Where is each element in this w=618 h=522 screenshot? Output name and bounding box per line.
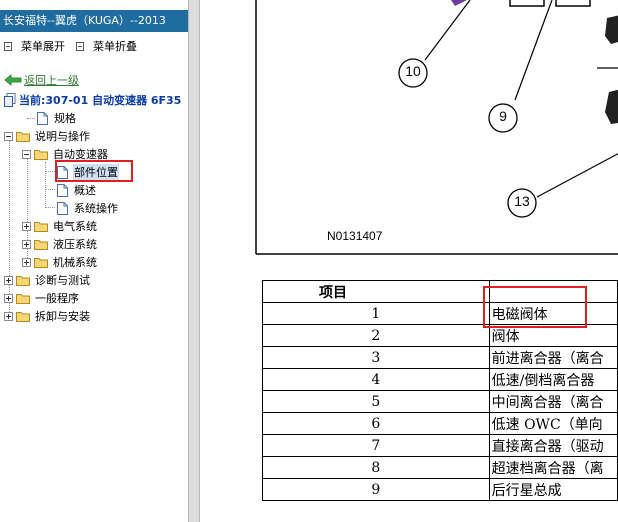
tree-item-diagnosis[interactable]: 诊断与测试: [4, 272, 91, 288]
highlight-box: [55, 160, 133, 182]
menu-expand-button[interactable]: 菜单展开: [4, 38, 65, 54]
back-arrow-icon: [4, 74, 22, 86]
nav-title-bar: 长安福特--翼虎（KUGA）--2013: [0, 10, 188, 32]
expand-toggle-icon[interactable]: [4, 293, 13, 303]
current-location: 当前:307-01 自动变速器 6F35: [4, 92, 181, 108]
tree-item-removal-installation[interactable]: 拆卸与安装: [4, 308, 91, 324]
table-row: 5 中间离合器（离合: [262, 390, 618, 413]
table-row: 9 后行星总成: [262, 478, 618, 501]
tree-connector: [45, 171, 55, 172]
row-number: 3: [262, 346, 490, 369]
tree-item-general-procedures[interactable]: 一般程序: [4, 290, 80, 306]
menu-collapse-button[interactable]: 菜单折叠: [76, 38, 137, 54]
header-item: 项目: [262, 280, 490, 303]
exploded-view-figure: [255, 0, 618, 255]
tree-item-label: 概述: [74, 184, 96, 197]
tree-connector: [27, 118, 35, 119]
folder-icon: [34, 239, 48, 250]
folder-open-icon: [16, 131, 30, 142]
row-description: 后行星总成: [488, 478, 618, 501]
table-row: 4 低速/倒档离合器: [262, 368, 618, 391]
table-row: 8 超速档离合器（离: [262, 456, 618, 479]
folder-icon: [16, 311, 30, 322]
tree-item-electrical[interactable]: 电气系统: [22, 218, 98, 234]
collapse-toggle-icon[interactable]: [4, 131, 13, 141]
menu-expand-label: 菜单展开: [21, 40, 65, 53]
row-number: 6: [262, 412, 490, 435]
tree-item-label: 液压系统: [53, 238, 97, 251]
row-number: 1: [262, 302, 490, 325]
tree-item-description[interactable]: 说明与操作: [4, 128, 91, 144]
document-icon: [57, 183, 68, 197]
folder-icon: [16, 275, 30, 286]
table-row: 6 低速 OWC（单向: [262, 412, 618, 435]
back-link[interactable]: 返回上一级: [4, 72, 79, 88]
table-row: 7 直接离合器（驱动: [262, 434, 618, 457]
row-number: 5: [262, 390, 490, 413]
expand-toggle-icon[interactable]: [22, 221, 31, 231]
row-number: 2: [262, 324, 490, 347]
document-icon: [57, 201, 68, 215]
expand-toggle-icon[interactable]: [22, 257, 31, 267]
row-description: 中间离合器（离合: [488, 390, 618, 413]
navigation-pane: 长安福特--翼虎（KUGA）--2013 菜单展开 菜单折叠 返回上一级 当前:…: [0, 0, 188, 522]
tree-item-label: 系统操作: [74, 202, 118, 215]
row-number: 7: [262, 434, 490, 457]
current-location-label: 当前:307-01 自动变速器 6F35: [19, 94, 182, 107]
tree-item-label: 拆卸与安装: [35, 310, 90, 323]
expand-toggle-icon[interactable]: [4, 275, 13, 285]
row-description: 前进离合器（离合: [488, 346, 618, 369]
folder-icon: [34, 221, 48, 232]
row-description: 直接离合器（驱动: [488, 434, 618, 457]
folder-icon: [16, 293, 30, 304]
tree-item-hydraulic[interactable]: 液压系统: [22, 236, 98, 252]
row-number: 4: [262, 368, 490, 391]
tree-connector: [45, 207, 55, 208]
callout-9: 9: [499, 108, 507, 124]
menu-expand-icon: [4, 41, 12, 51]
collapse-toggle-icon[interactable]: [22, 149, 31, 159]
tree-item-label: 规格: [54, 112, 76, 125]
tree-item-label: 诊断与测试: [35, 274, 90, 287]
tree-item-label: 一般程序: [35, 292, 79, 305]
figure-code: N0131407: [327, 229, 383, 243]
tree-item-mechanical[interactable]: 机械系统: [22, 254, 98, 270]
tree-connector: [45, 162, 46, 208]
row-description: 低速 OWC（单向: [488, 412, 618, 435]
tree-connector: [45, 189, 55, 190]
row-description: 低速/倒档离合器: [488, 368, 618, 391]
expand-toggle-icon[interactable]: [22, 239, 31, 249]
tree-item-system-operation[interactable]: 系统操作: [57, 200, 119, 216]
back-link-label: 返回上一级: [24, 74, 79, 87]
pane-splitter[interactable]: [188, 0, 200, 522]
tree-item-label: 机械系统: [53, 256, 97, 269]
document-stack-icon: [4, 93, 16, 107]
folder-icon: [34, 257, 48, 268]
tree-item-label: 电气系统: [53, 220, 97, 233]
menu-collapse-label: 菜单折叠: [93, 40, 137, 53]
callout-13: 13: [514, 193, 530, 209]
menu-collapse-icon: [76, 41, 84, 51]
document-icon: [37, 111, 48, 125]
table-row: 3 前进离合器（离合: [262, 346, 618, 369]
folder-open-icon: [34, 149, 48, 160]
row-number: 8: [262, 456, 490, 479]
row-number: 9: [262, 478, 490, 501]
tree-item-overview[interactable]: 概述: [57, 182, 97, 198]
tree-item-spec[interactable]: 规格: [37, 110, 77, 126]
row-description: 超速档离合器（离: [488, 456, 618, 479]
tree-item-label: 说明与操作: [35, 130, 90, 143]
callout-10: 10: [405, 63, 421, 79]
highlight-box: [483, 286, 587, 328]
expand-toggle-icon[interactable]: [4, 311, 13, 321]
